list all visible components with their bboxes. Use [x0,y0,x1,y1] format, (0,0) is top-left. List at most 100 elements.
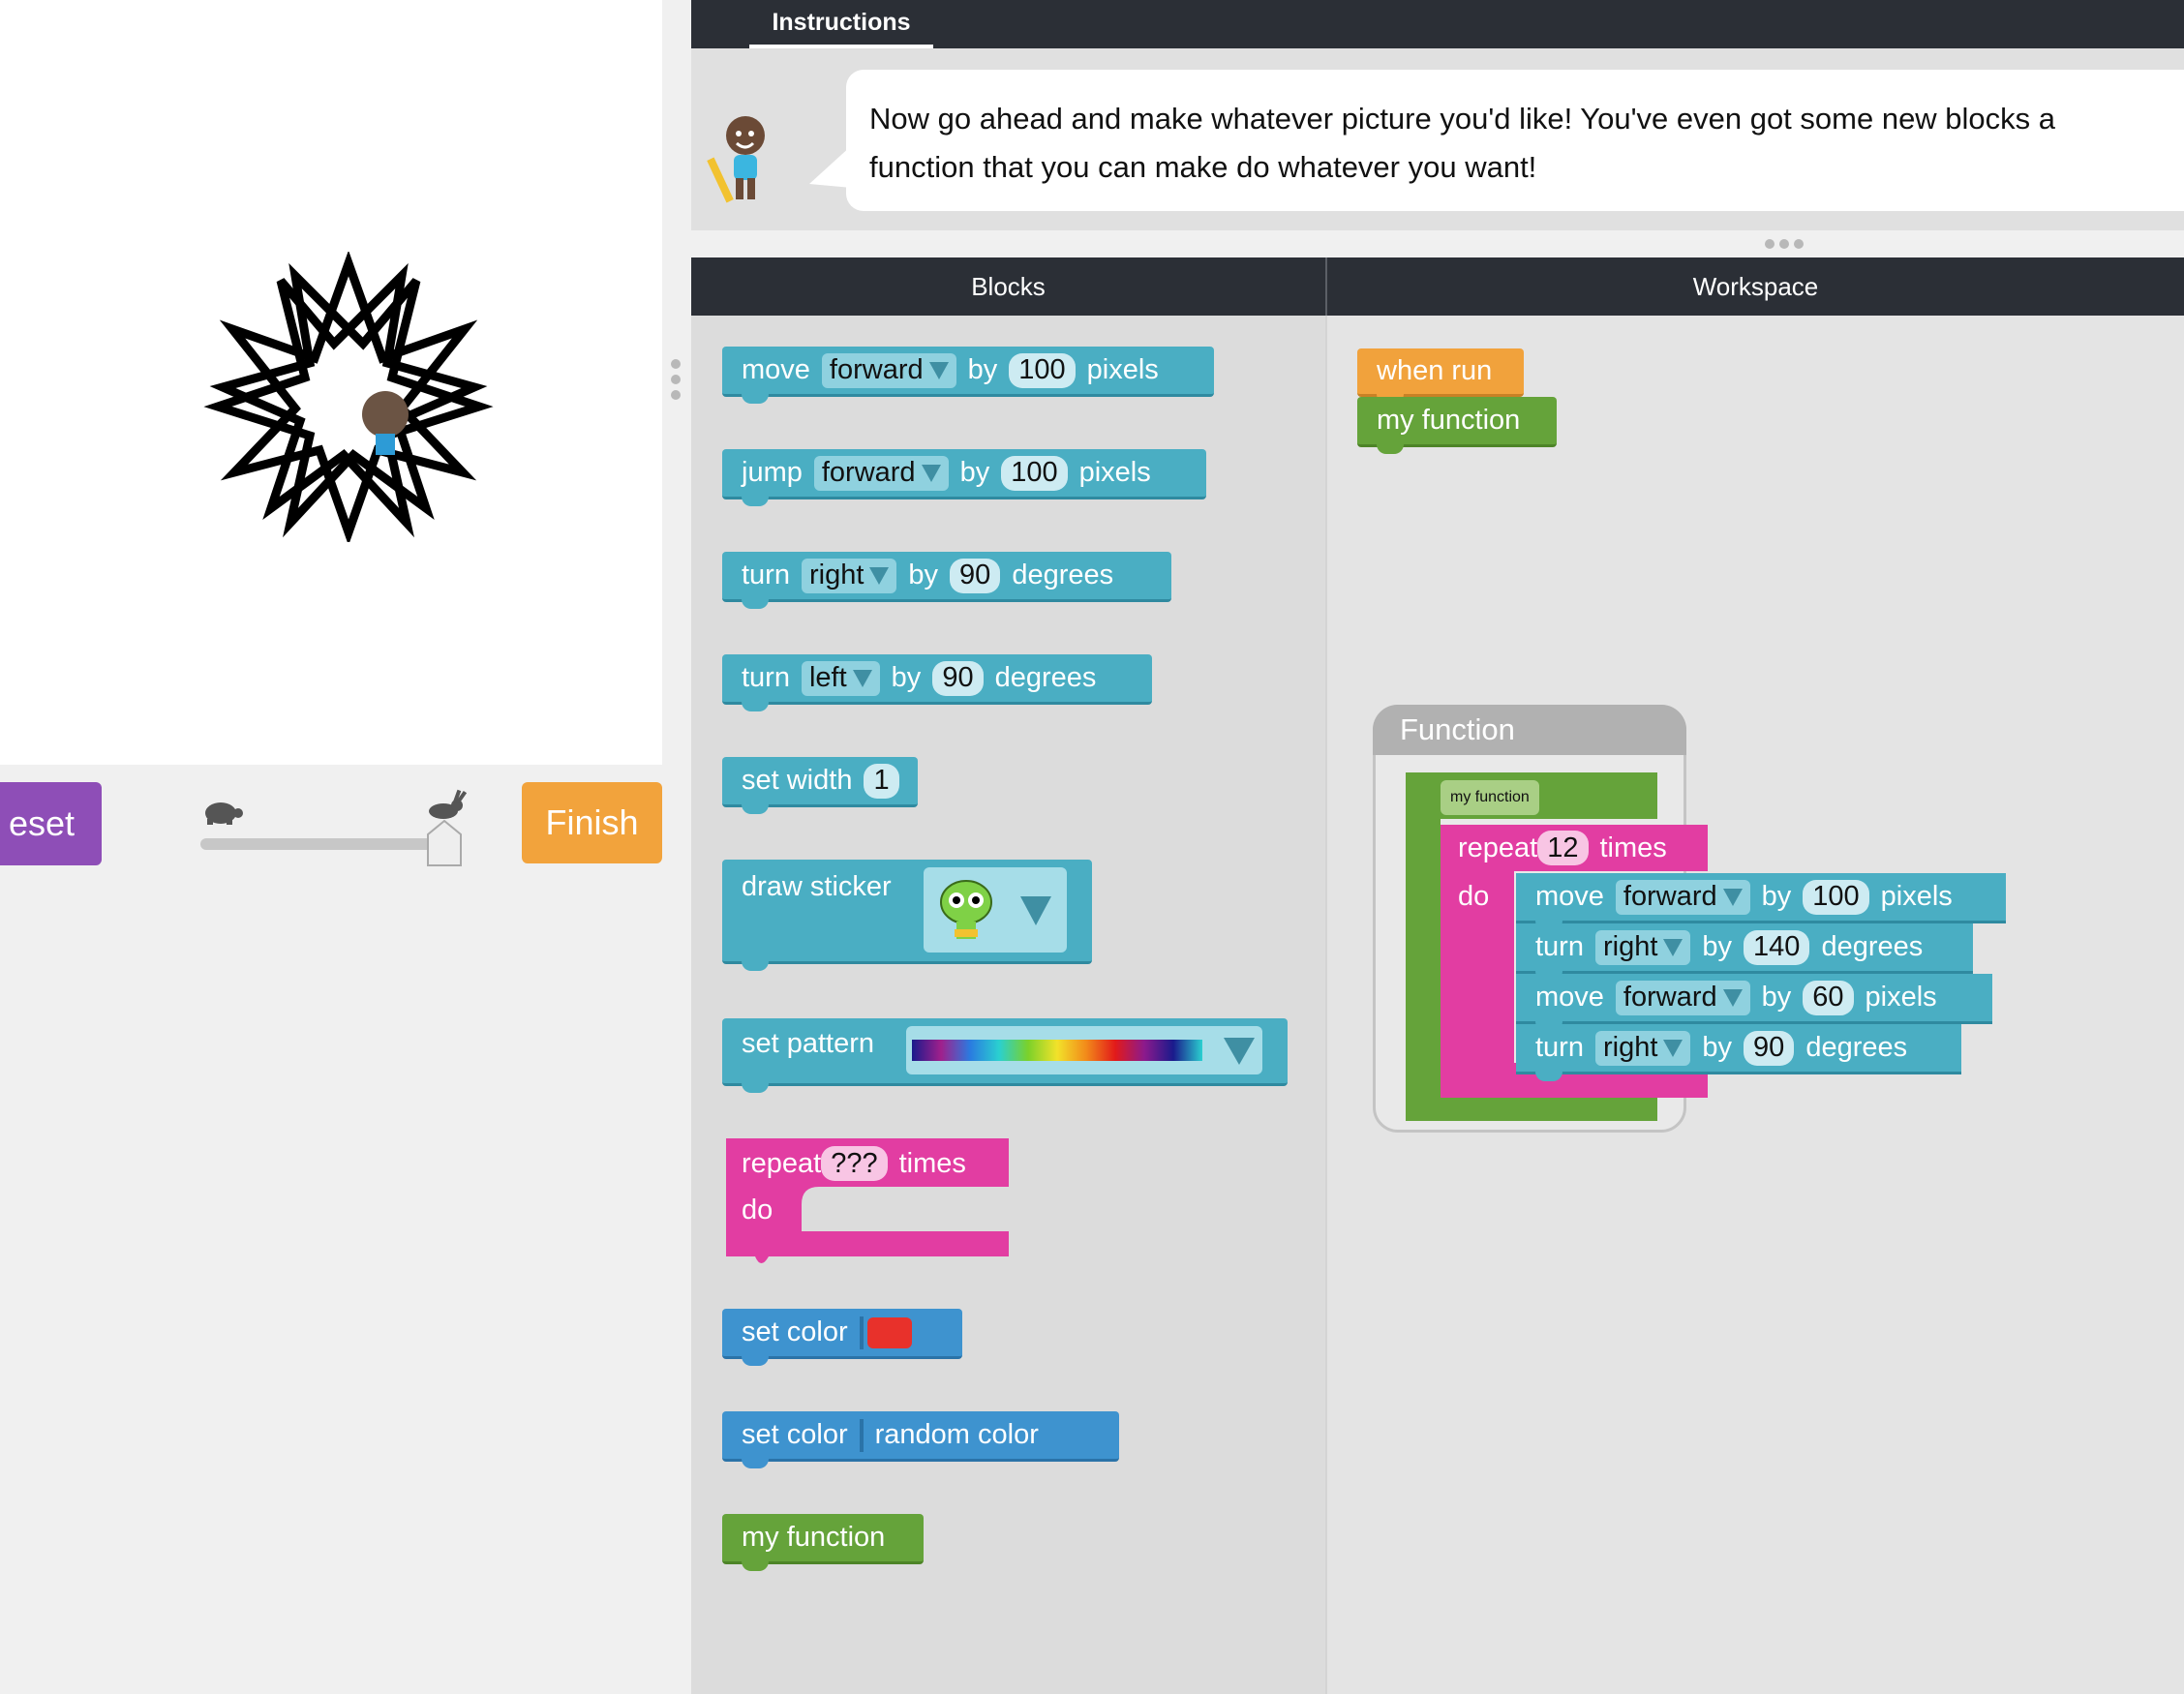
block-word: jump [742,457,803,488]
block-word: repeat [1458,832,1538,863]
dropdown-arrow-icon [921,464,941,482]
dropdown-arrow-icon [1722,888,1743,906]
block-turn-left[interactable]: turn left by 90 degrees [722,654,1152,711]
dropdown-arrow-icon [1722,988,1743,1007]
direction-dropdown[interactable]: forward [813,455,949,491]
direction-dropdown[interactable]: forward [1615,879,1750,915]
number-input[interactable]: 90 [1744,1030,1795,1066]
number-input[interactable]: 90 [950,558,1001,593]
block-word: by [1761,982,1792,1013]
dropdown-value: forward [1623,881,1717,912]
step-move-forward-100[interactable]: move forward by 100 pixels [1516,873,2006,930]
when-run-block[interactable]: when run [1357,348,1524,404]
block-word: set width [742,765,853,796]
block-word: turn [1535,931,1584,962]
function-label: Function [1373,705,1686,755]
direction-dropdown[interactable]: right [1594,929,1691,965]
direction-dropdown[interactable]: left [801,660,880,696]
block-word: my function [1377,405,1521,436]
function-repeat-header[interactable]: repeat 12 times [1458,831,1667,865]
color-swatch[interactable] [866,1316,912,1348]
block-set-color-random[interactable]: set color random color [722,1411,1119,1468]
step-turn-right-140[interactable]: turn right by 140 degrees [1516,923,1973,981]
block-word: by [959,457,990,488]
step-turn-right-90[interactable]: turn right by 90 degrees [1516,1024,1961,1081]
block-word: by [1702,931,1733,962]
number-input[interactable]: 100 [1803,879,1869,915]
block-word: move [1535,982,1604,1013]
character-avatar [707,116,765,203]
block-word: set pattern [742,1028,875,1059]
direction-dropdown[interactable]: forward [821,352,956,388]
number-input[interactable]: 60 [1803,980,1854,1015]
block-word: times [1599,832,1667,863]
block-set-width[interactable]: set width 1 [722,757,918,814]
direction-dropdown[interactable]: right [801,558,897,593]
run-controls: eset Finish [0,765,691,1694]
dropdown-arrow-icon [1663,938,1684,956]
repeat-count-input[interactable]: ??? [821,1146,888,1181]
panel-resize-handle[interactable] [670,358,682,401]
workspace-header: Workspace [1327,257,2184,316]
direction-dropdown[interactable]: forward [1615,980,1750,1015]
direction-dropdown[interactable]: right [1594,1030,1691,1066]
dropdown-arrow-icon [1663,1039,1684,1057]
tab-instructions[interactable]: Instructions [749,0,933,48]
block-draw-sticker[interactable]: draw sticker [722,860,1092,971]
rainbow-pattern-swatch [912,1040,1202,1061]
rabbit-icon [429,789,467,819]
block-word: set color [742,1419,848,1450]
block-set-color[interactable]: set color [722,1309,962,1366]
number-input[interactable]: 90 [932,660,984,696]
workspace-call-my-function[interactable]: my function [1357,397,1557,454]
dropdown-arrow-icon [852,669,872,687]
instructions-text-line1: Now go ahead and make whatever picture y… [869,102,2056,136]
blocks-header: Blocks [691,257,1325,316]
block-word: turn [742,662,790,693]
speed-slider[interactable] [200,838,444,850]
step-move-forward-60[interactable]: move forward by 60 pixels [1516,974,1992,1031]
number-input[interactable]: 100 [1001,455,1068,491]
block-word: turn [1535,1032,1584,1063]
function-name-field[interactable]: my function [1441,780,1539,815]
repeat-count-input[interactable]: 12 [1537,831,1589,865]
finish-button[interactable]: Finish [522,782,662,863]
block-repeat[interactable]: repeat ??? times do [722,1138,1009,1263]
block-word: do [1458,881,1490,912]
block-word: move [1535,881,1604,912]
block-word: draw sticker [742,871,892,902]
panel-grip[interactable] [691,230,2184,257]
sticker-dropdown[interactable] [924,867,1067,953]
block-my-function[interactable]: my function [722,1514,924,1571]
random-color-value: random color [874,1419,1039,1450]
grip-dots-icon[interactable] [1764,238,1805,250]
number-input[interactable]: 100 [1009,352,1076,388]
block-word: by [967,354,998,385]
dropdown-value: right [808,560,864,590]
block-word: turn [742,560,790,590]
block-word: times [898,1147,966,1179]
block-word: by [1761,881,1792,912]
block-word: degrees [1805,1032,1908,1063]
block-jump-forward[interactable]: jump forward by 100 pixels [722,449,1206,506]
block-turn-right[interactable]: turn right by 90 degrees [722,552,1171,609]
instructions-panel: Now go ahead and make whatever picture y… [691,48,2184,230]
star-drawing [203,252,494,542]
dropdown-value: forward [829,354,924,385]
dropdown-arrow-icon [1224,1038,1255,1065]
block-word: by [891,662,922,693]
pattern-dropdown[interactable] [906,1026,1262,1074]
block-move-forward[interactable]: move forward by 100 pixels [722,347,1214,404]
block-word: degrees [994,662,1097,693]
reset-button[interactable]: eset [0,782,102,865]
block-word: when run [1377,355,1493,386]
alien-sticker-icon [940,880,992,939]
dropdown-value: left [808,662,847,693]
speed-slider-handle[interactable] [426,819,463,867]
block-word: pixels [1086,354,1159,385]
number-input[interactable]: 140 [1744,929,1810,965]
block-set-pattern[interactable]: set pattern [722,1018,1288,1093]
dropdown-arrow-icon [869,566,890,585]
block-word: by [908,560,939,590]
number-input[interactable]: 1 [864,763,899,799]
